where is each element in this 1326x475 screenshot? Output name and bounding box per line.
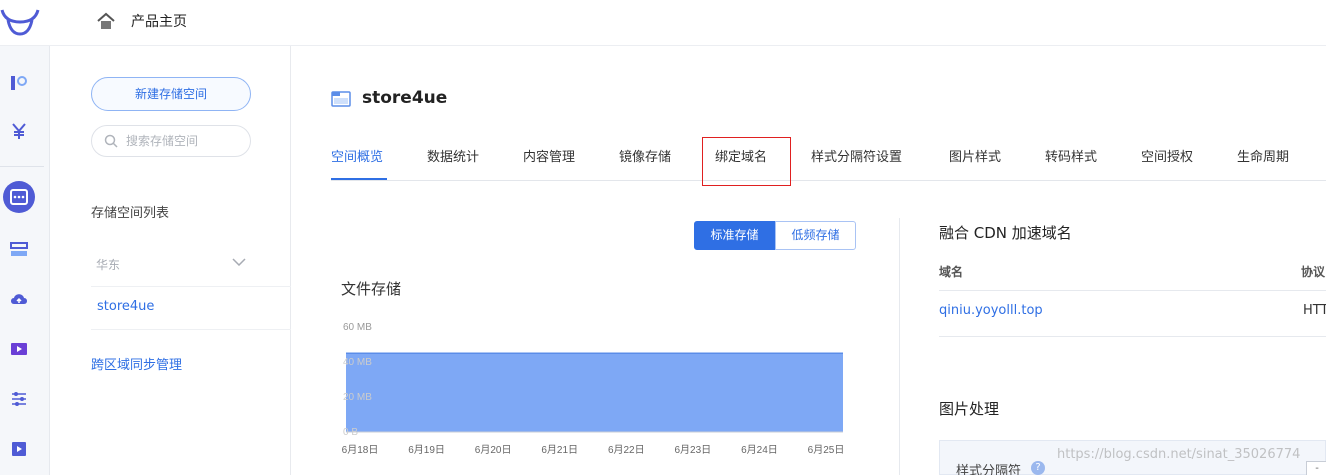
divider — [91, 286, 291, 287]
cdn-section-title: 融合 CDN 加速域名 — [939, 224, 1072, 242]
file-storage-chart: 60 MB 40 MB 20 MB 0 B 6月18日 6月19日 6月20日 6月21日 6月… — [342, 322, 845, 456]
bucket-icon — [331, 91, 351, 107]
new-bucket-button[interactable]: 新建存储空间 — [91, 77, 251, 111]
tab-image-style[interactable]: 图片样式 — [949, 146, 1001, 165]
bucket-list-item[interactable]: store4ue — [97, 299, 154, 314]
media-play-icon[interactable] — [10, 440, 28, 458]
tab-content[interactable]: 内容管理 — [523, 146, 575, 165]
icon-rail — [0, 46, 50, 475]
cdn-protocol: HTT — [1303, 303, 1326, 318]
chevron-down-icon[interactable] — [232, 258, 246, 266]
kodo-icon[interactable] — [10, 74, 28, 92]
cdn-domain-link[interactable]: qiniu.yoyolll.top — [939, 303, 1043, 318]
storage-icon — [10, 189, 28, 205]
tab-lifecycle[interactable]: 生命周期 — [1237, 146, 1289, 165]
divider — [939, 290, 1326, 291]
top-bar: 产品主页 — [0, 0, 1326, 46]
tab-authorization[interactable]: 空间授权 — [1141, 146, 1193, 165]
watermark: https://blog.csdn.net/sinat_35026774 — [1057, 447, 1301, 462]
tab-overview[interactable]: 空间概览 — [331, 146, 383, 165]
bucket-tabs: 空间概览 数据统计 内容管理 镜像存储 绑定域名 样式分隔符设置 图片样式 转码… — [331, 138, 1326, 181]
divider — [939, 336, 1326, 337]
chart-title: 文件存储 — [341, 280, 402, 298]
server-icon[interactable] — [10, 240, 28, 258]
y-tick-label: 40 MB — [343, 357, 372, 368]
domain-column-header: 域名 — [939, 265, 964, 279]
vertical-divider — [899, 218, 900, 475]
separator-label: 样式分隔符 — [956, 464, 1022, 475]
bucket-title: store4ue — [362, 88, 448, 108]
home-icon[interactable] — [96, 12, 116, 30]
tab-statistics[interactable]: 数据统计 — [427, 146, 479, 165]
tab-transcode-style[interactable]: 转码样式 — [1045, 146, 1097, 165]
x-tick-label: 6月21日 — [541, 444, 578, 456]
protocol-column-header: 协议 — [1301, 265, 1326, 279]
page-title: 产品主页 — [131, 14, 187, 30]
x-tick-label: 6月18日 — [342, 444, 379, 456]
y-tick-label: 60 MB — [343, 322, 372, 333]
tab-separator-settings[interactable]: 样式分隔符设置 — [811, 146, 902, 165]
bucket-list-heading: 存储空间列表 — [91, 206, 170, 221]
region-selector[interactable]: 华东 — [96, 256, 120, 273]
sliders-icon[interactable] — [10, 390, 28, 408]
search-input[interactable] — [126, 132, 244, 150]
x-tick-label: 6月20日 — [475, 444, 512, 456]
storage-type-toggle: 标准存储 低频存储 — [694, 221, 856, 250]
help-icon[interactable]: ? — [1031, 461, 1045, 475]
search-icon — [104, 134, 118, 148]
bucket-sidebar: 新建存储空间 存储空间列表 华东 store4ue 跨区域同步管理 — [50, 46, 291, 475]
separator-edit-button[interactable]: - — [1306, 461, 1326, 475]
rail-divider — [0, 166, 44, 167]
cloud-upload-icon[interactable] — [10, 290, 28, 308]
bucket-search[interactable] — [91, 125, 251, 157]
x-tick-label: 6月25日 — [808, 444, 845, 456]
x-tick-label: 6月23日 — [675, 444, 712, 456]
standard-storage-button[interactable]: 标准存储 — [694, 221, 775, 250]
y-tick-label: 0 B — [343, 427, 358, 438]
active-tab-indicator — [331, 178, 387, 180]
y-tick-label: 20 MB — [343, 392, 372, 403]
image-processing-title: 图片处理 — [939, 400, 1000, 418]
x-tick-label: 6月19日 — [408, 444, 445, 456]
qiniu-logo-icon[interactable] — [0, 8, 40, 36]
storage-rail-item[interactable] — [3, 181, 35, 213]
highlight-box — [702, 137, 791, 186]
billing-yen-icon[interactable] — [10, 122, 28, 140]
video-icon[interactable] — [10, 340, 28, 358]
infrequent-storage-button[interactable]: 低频存储 — [775, 221, 856, 250]
cross-region-sync-link[interactable]: 跨区域同步管理 — [91, 354, 182, 373]
area-series — [346, 353, 843, 432]
x-tick-label: 6月24日 — [741, 444, 778, 456]
x-tick-label: 6月22日 — [608, 444, 645, 456]
tab-mirror[interactable]: 镜像存储 — [619, 146, 671, 165]
divider — [91, 329, 291, 330]
